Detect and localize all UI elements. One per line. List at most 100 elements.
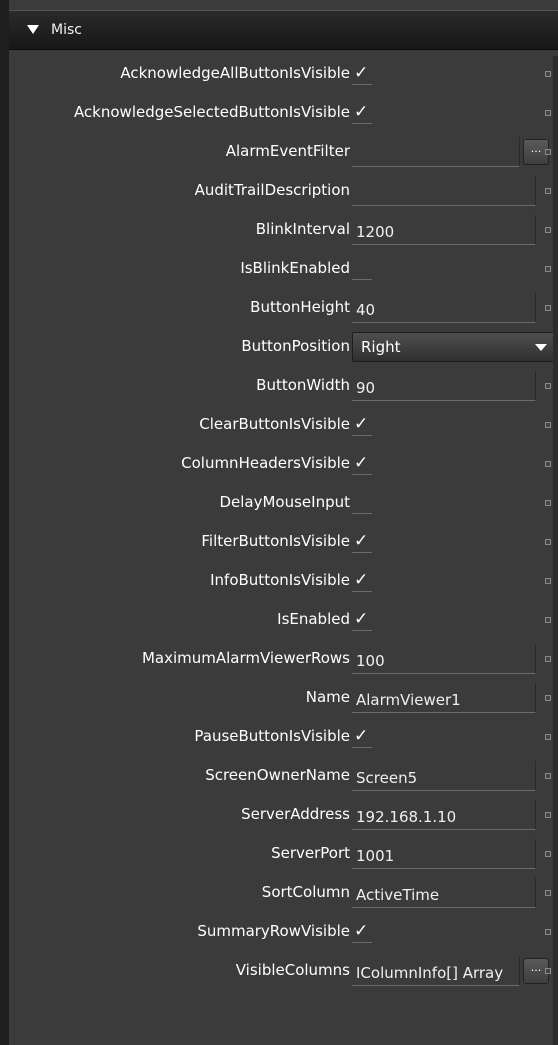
property-text-field[interactable]: 1200 [352, 215, 536, 245]
property-marker-icon[interactable] [545, 851, 551, 857]
property-row-is-blink-enabled: IsBlinkEnabled [9, 252, 558, 291]
vertical-scrollbar[interactable] [553, 56, 558, 1045]
property-marker-icon[interactable] [545, 110, 551, 116]
property-value-area: IColumnInfo[] Array... [352, 956, 549, 988]
property-label: AuditTrailDescription [194, 181, 350, 199]
property-label: SummaryRowVisible [197, 922, 350, 940]
property-value-area [352, 254, 536, 286]
property-checkbox[interactable]: ✓ [352, 102, 372, 124]
property-row-server-port: ServerPort 1001 [9, 837, 558, 876]
property-row-blink-interval: BlinkInterval 1200 [9, 213, 558, 252]
property-value-area: ✓ [352, 410, 536, 442]
property-label: FilterButtonIsVisible [201, 532, 350, 550]
property-marker-icon[interactable] [545, 383, 551, 389]
property-checkbox[interactable]: ✓ [352, 414, 372, 436]
property-label: InfoButtonIsVisible [210, 571, 350, 589]
property-checkbox[interactable]: ✓ [352, 531, 372, 553]
property-label: IsEnabled [277, 610, 350, 628]
property-checkbox[interactable] [352, 492, 372, 514]
property-label: AlarmEventFilter [225, 142, 350, 160]
property-row-audit-trail-description: AuditTrailDescription [9, 174, 558, 213]
property-marker-icon[interactable] [545, 539, 551, 545]
property-text-field[interactable]: 192.168.1.10 [352, 800, 536, 830]
property-marker-icon[interactable] [545, 617, 551, 623]
property-value-area [352, 488, 536, 520]
property-label: ButtonWidth [256, 376, 350, 394]
property-text-field[interactable]: 1001 [352, 839, 536, 869]
property-value-area: ✓ [352, 59, 536, 91]
property-marker-icon[interactable] [545, 695, 551, 701]
property-row-summary-row-visible: SummaryRowVisible ✓ [9, 915, 558, 954]
property-row-delay-mouse-input: DelayMouseInput [9, 486, 558, 525]
category-title: Misc [51, 22, 82, 38]
property-checkbox[interactable]: ✓ [352, 726, 372, 748]
property-label: ServerAddress [241, 805, 350, 823]
property-checkbox[interactable]: ✓ [352, 63, 372, 85]
property-text-field[interactable]: 100 [352, 644, 536, 674]
property-text-field[interactable] [352, 137, 520, 167]
property-marker-icon[interactable] [545, 422, 551, 428]
property-row-filter-button-is-visible: FilterButtonIsVisible ✓ [9, 525, 558, 564]
property-value-area: ... [352, 137, 549, 169]
property-value-area: Right [352, 332, 557, 364]
property-marker-icon[interactable] [545, 578, 551, 584]
property-value-area: ✓ [352, 527, 536, 559]
property-text-field[interactable]: 40 [352, 293, 536, 323]
category-header-misc[interactable]: Misc [9, 10, 558, 50]
property-marker-icon[interactable] [545, 812, 551, 818]
property-marker-icon[interactable] [545, 266, 551, 272]
property-row-name: Name AlarmViewer1 [9, 681, 558, 720]
property-marker-icon[interactable] [545, 656, 551, 662]
property-value-area: 1200 [352, 215, 536, 247]
property-row-is-enabled: IsEnabled ✓ [9, 603, 558, 642]
property-row-button-height: ButtonHeight 40 [9, 291, 558, 330]
property-text-field[interactable]: 90 [352, 371, 536, 401]
property-row-clear-button-is-visible: ClearButtonIsVisible ✓ [9, 408, 558, 447]
property-row-sort-column: SortColumn ActiveTime [9, 876, 558, 915]
property-marker-icon[interactable] [545, 734, 551, 740]
property-dropdown[interactable]: Right [352, 332, 557, 362]
property-marker-icon[interactable] [545, 968, 551, 974]
property-label: AcknowledgeSelectedButtonIsVisible [73, 103, 350, 121]
property-text-field[interactable] [352, 176, 536, 206]
property-checkbox[interactable] [352, 258, 372, 280]
property-marker-icon[interactable] [545, 71, 551, 77]
property-label: ButtonPosition [241, 337, 350, 355]
property-row-button-width: ButtonWidth 90 [9, 369, 558, 408]
property-checkbox[interactable]: ✓ [352, 570, 372, 592]
property-value-area: ✓ [352, 98, 536, 130]
property-value-area: 1001 [352, 839, 536, 871]
property-value-area: Screen5 [352, 761, 536, 793]
property-label: ScreenOwnerName [205, 766, 350, 784]
property-label: BlinkInterval [255, 220, 350, 238]
property-row-screen-owner-name: ScreenOwnerName Screen5 [9, 759, 558, 798]
property-value-area: 100 [352, 644, 536, 676]
property-grid-panel: Misc AcknowledgeAllButtonIsVisible ✓ Ackno… [0, 0, 558, 1045]
property-marker-icon[interactable] [545, 188, 551, 194]
property-value-area [352, 176, 536, 208]
property-marker-icon[interactable] [545, 305, 551, 311]
property-marker-icon[interactable] [545, 149, 551, 155]
property-marker-icon[interactable] [545, 227, 551, 233]
property-checkbox[interactable]: ✓ [352, 453, 372, 475]
property-text-field[interactable]: ActiveTime [352, 878, 536, 908]
property-text-field[interactable]: AlarmViewer1 [352, 683, 536, 713]
left-edge-strip [0, 0, 9, 1045]
property-label: PauseButtonIsVisible [194, 727, 350, 745]
property-row-acknowledge-all-button-is-visible: AcknowledgeAllButtonIsVisible ✓ [9, 57, 558, 96]
property-marker-icon[interactable] [545, 929, 551, 935]
property-marker-icon[interactable] [545, 773, 551, 779]
property-marker-icon[interactable] [545, 500, 551, 506]
property-row-column-headers-visible: ColumnHeadersVisible ✓ [9, 447, 558, 486]
collapse-triangle-icon[interactable] [27, 25, 39, 34]
chevron-down-icon[interactable] [535, 344, 547, 351]
property-text-field[interactable]: IColumnInfo[] Array [352, 956, 520, 986]
property-text-field[interactable]: Screen5 [352, 761, 536, 791]
property-checkbox[interactable]: ✓ [352, 921, 372, 943]
property-marker-icon[interactable] [545, 890, 551, 896]
property-value-area: AlarmViewer1 [352, 683, 536, 715]
property-marker-icon[interactable] [545, 461, 551, 467]
property-label: ButtonHeight [250, 298, 350, 316]
property-checkbox[interactable]: ✓ [352, 609, 372, 631]
property-row-visible-columns: VisibleColumns IColumnInfo[] Array... [9, 954, 558, 993]
